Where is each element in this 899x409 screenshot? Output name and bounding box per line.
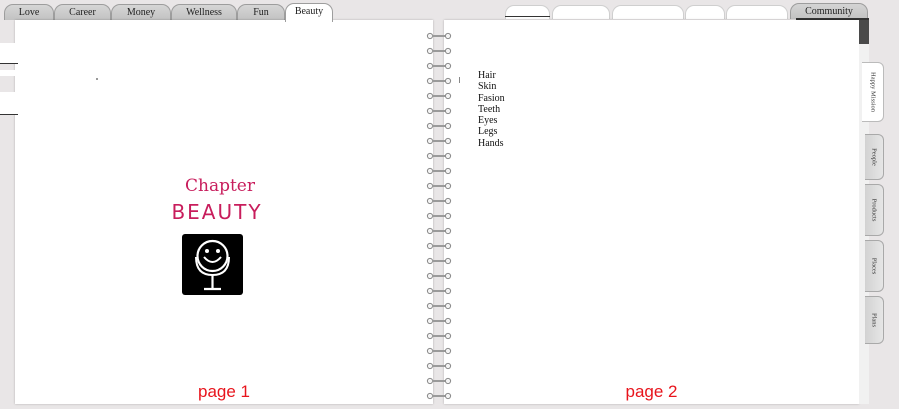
tab-community[interactable]: Community	[790, 3, 868, 19]
chapter-title: Chapter	[185, 176, 255, 196]
tab-beauty[interactable]: Beauty	[285, 3, 333, 22]
spiral-ring	[426, 77, 452, 85]
spiral-ring	[426, 287, 452, 295]
spiral-ring	[426, 362, 452, 370]
side-tab-products[interactable]: Products	[865, 184, 884, 236]
chapter-subtitle: BEAUTY	[171, 200, 263, 224]
tab-blank-2[interactable]	[552, 5, 610, 19]
spiral-ring	[426, 152, 452, 160]
spiral-ring	[426, 122, 452, 130]
topic-item-legs[interactable]: Legs	[478, 126, 505, 137]
scrollbar-thumb[interactable]	[859, 20, 869, 44]
side-tab-plans[interactable]: Plans	[865, 296, 884, 344]
spiral-ring	[426, 257, 452, 265]
spiral-ring	[426, 212, 452, 220]
page-label-left: page 1	[198, 382, 250, 401]
spiral-ring	[426, 62, 452, 70]
side-tab-label: Places	[870, 257, 878, 275]
side-tab-happy-mission[interactable]: Happy Mission	[862, 62, 884, 122]
spiral-ring	[426, 107, 452, 115]
tab-blank-3[interactable]	[612, 5, 684, 19]
topic-item-teeth[interactable]: Teeth	[478, 104, 505, 115]
spiral-binding	[426, 28, 452, 404]
spiral-ring	[426, 347, 452, 355]
tab-blank-4[interactable]	[685, 5, 725, 19]
spiral-ring	[426, 92, 452, 100]
spiral-ring	[426, 167, 452, 175]
side-tab-label: Plans	[870, 312, 878, 328]
page-label-right: page 2	[625, 382, 678, 401]
topic-item-eyes[interactable]: Eyes	[478, 115, 505, 126]
side-tab-people[interactable]: People	[865, 134, 884, 180]
edge-fragment	[0, 70, 18, 76]
list-marker	[459, 77, 460, 83]
topic-item-fasion[interactable]: Fasion	[478, 93, 505, 104]
spiral-ring	[426, 317, 452, 325]
tab-fun[interactable]: Fun	[237, 4, 285, 20]
tab-money[interactable]: Money	[111, 4, 171, 20]
spiral-ring	[426, 377, 452, 385]
spiral-ring	[426, 272, 452, 280]
topic-item-skin[interactable]: Skin	[478, 81, 505, 92]
topic-list: Hair Skin Fasion Teeth Eyes Legs Hands	[478, 70, 505, 149]
edge-fragment	[0, 92, 18, 115]
tab-career[interactable]: Career	[54, 4, 111, 20]
spiral-ring	[426, 242, 452, 250]
side-tab-label: People	[870, 148, 878, 166]
side-tab-label: Products	[870, 198, 878, 222]
spiral-ring	[426, 32, 452, 40]
page-right: page 2	[444, 20, 859, 404]
spiral-ring	[426, 182, 452, 190]
side-tab-label: Happy Mission	[869, 72, 876, 112]
spiral-ring	[426, 227, 452, 235]
spiral-ring	[426, 137, 452, 145]
spiral-ring	[426, 392, 452, 400]
tab-love[interactable]: Love	[4, 4, 54, 20]
tab-underline	[505, 16, 550, 17]
spiral-ring	[426, 332, 452, 340]
edge-fragment	[0, 43, 18, 64]
smiling-mirror-icon	[182, 234, 243, 295]
spiral-ring	[426, 302, 452, 310]
speck	[96, 78, 98, 80]
spiral-ring	[426, 197, 452, 205]
tab-wellness[interactable]: Wellness	[171, 4, 237, 20]
side-tab-places[interactable]: Places	[865, 240, 884, 292]
tab-blank-5[interactable]	[726, 5, 788, 19]
topic-item-hair[interactable]: Hair	[478, 70, 505, 81]
spiral-ring	[426, 47, 452, 55]
topic-item-hands[interactable]: Hands	[478, 138, 505, 149]
